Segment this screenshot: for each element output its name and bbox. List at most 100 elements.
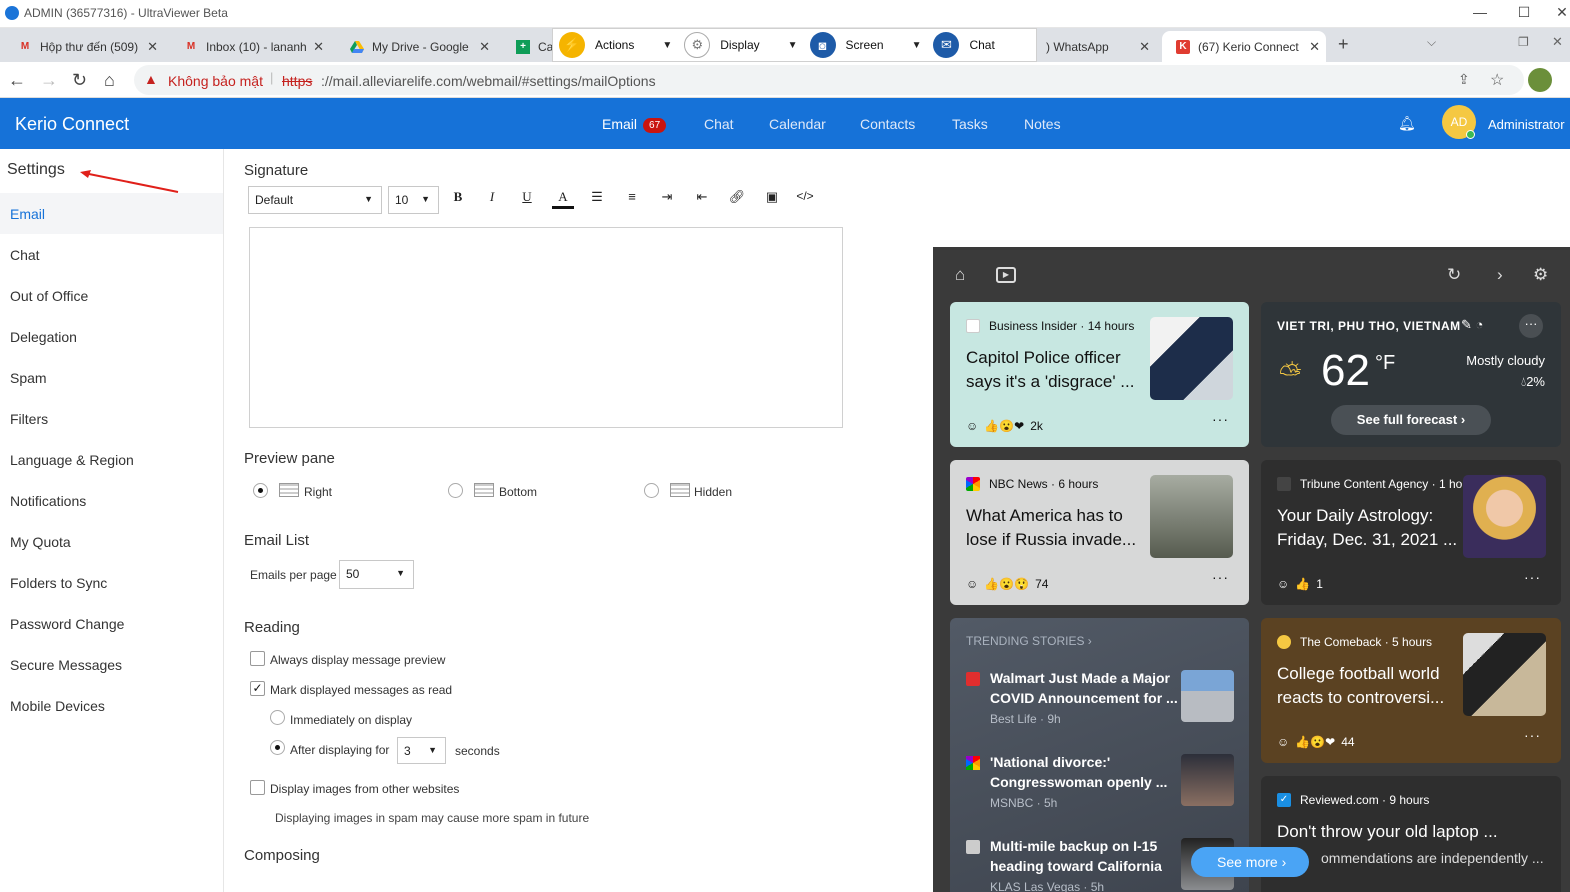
reactions[interactable]: ☺ 👍😮❤ 44 (1277, 735, 1355, 749)
see-full-forecast-button[interactable]: See full forecast › (1331, 405, 1491, 435)
close-icon[interactable]: ✕ (1552, 4, 1570, 22)
video-icon[interactable]: ▶ (996, 267, 1016, 283)
sidebar-item-folders-to-sync[interactable]: Folders to Sync (0, 562, 223, 603)
tab-gmail-1[interactable]: M Hộp thư đến (509) ✕ (4, 31, 164, 62)
immediately-radio[interactable] (270, 710, 285, 725)
close-tab-icon[interactable]: ✕ (313, 39, 324, 55)
nav-tasks[interactable]: Tasks (952, 116, 988, 132)
news-card[interactable]: Business Insider · 14 hours Capitol Poli… (950, 302, 1249, 447)
new-tab-icon[interactable]: + (1338, 34, 1349, 55)
nav-chat[interactable]: Chat (704, 116, 734, 132)
tab-google-drive[interactable]: My Drive - Google ✕ (336, 31, 496, 62)
refresh-icon[interactable]: ↻ (1447, 265, 1461, 285)
indent-icon[interactable]: ⇥ (656, 189, 678, 209)
screen-menu[interactable]: ◙ Screen ▼ (804, 28, 928, 62)
more-options-icon[interactable]: ··· (1212, 569, 1229, 585)
bell-icon[interactable]: 🔔︎ (1398, 115, 1416, 132)
preview-hidden-radio[interactable] (644, 483, 659, 498)
see-more-button[interactable]: See more › (1191, 847, 1309, 877)
more-options-icon[interactable]: ··· (1212, 411, 1229, 427)
font-family-select[interactable]: Default ▼ (248, 186, 382, 214)
weather-card[interactable]: VIET TRI, PHU THO, VIETNAM ✎ ◔ ··· ⛅︎ 62… (1261, 302, 1561, 447)
reactions[interactable]: ☺ 👍😮❤ 2k (966, 419, 1043, 433)
edit-location-icon[interactable]: ✎ ◔ (1461, 317, 1483, 333)
close-tab-icon[interactable]: ✕ (479, 39, 490, 55)
nav-email[interactable]: Email 67 (602, 116, 667, 133)
sidebar-item-mobile-devices[interactable]: Mobile Devices (0, 685, 223, 726)
numbered-list-icon[interactable]: ≡ (621, 189, 643, 209)
sidebar-item-spam[interactable]: Spam (0, 357, 223, 398)
nav-contacts[interactable]: Contacts (860, 116, 915, 132)
bookmark-star-icon[interactable]: ☆ (1490, 70, 1504, 90)
news-card[interactable]: ✓ Reviewed.com · 9 hours Don't throw your… (1261, 776, 1561, 892)
preview-right-radio[interactable] (253, 483, 268, 498)
home-icon[interactable]: ⌂ (955, 265, 965, 285)
share-icon[interactable]: ⇪ (1458, 71, 1470, 88)
reactions[interactable]: ☺ 👍😮😲 74 (966, 577, 1048, 591)
gear-icon[interactable]: ⚙ (1533, 265, 1548, 285)
sidebar-item-language-region[interactable]: Language & Region (0, 439, 223, 480)
display-images-checkbox[interactable] (250, 780, 265, 795)
close-tab-icon[interactable]: ✕ (1139, 39, 1150, 55)
bold-icon[interactable]: B (447, 189, 469, 209)
emails-per-page-select[interactable]: 50 ▼ (339, 560, 414, 589)
sidebar-item-delegation[interactable]: Delegation (0, 316, 223, 357)
font-size-select[interactable]: 10 ▼ (388, 186, 439, 214)
maximize-icon[interactable]: ☐ (1514, 4, 1534, 22)
minimize-icon[interactable]: — (1470, 4, 1490, 22)
bullet-list-icon[interactable]: ☰ (586, 189, 608, 209)
news-card[interactable]: Tribune Content Agency · 1 hour Your Dai… (1261, 460, 1561, 605)
url-field[interactable]: ▲ Không bảo mật | https ://mail.alleviar… (134, 65, 1524, 95)
more-options-icon[interactable]: ··· (1524, 569, 1541, 585)
home-icon[interactable]: ⌂ (104, 70, 115, 91)
tab-whatsapp[interactable]: ) WhatsApp ✕ (1038, 31, 1156, 62)
close-window-icon[interactable]: ✕ (1552, 34, 1563, 50)
more-options-icon[interactable]: ··· (1524, 727, 1541, 743)
sidebar-item-notifications[interactable]: Notifications (0, 480, 223, 521)
more-options-icon[interactable]: ··· (1519, 314, 1543, 338)
sidebar-item-password-change[interactable]: Password Change (0, 603, 223, 644)
forward-icon[interactable]: → (40, 70, 58, 91)
news-card[interactable]: The Comeback · 5 hours College football … (1261, 618, 1561, 763)
trending-title[interactable]: TRENDING STORIES › (966, 634, 1092, 648)
restore-icon[interactable]: ❐ (1518, 35, 1529, 49)
tab-gmail-2[interactable]: M Inbox (10) - lananh ✕ (170, 31, 330, 62)
tab-search-icon[interactable]: ⌵ (1427, 35, 1436, 50)
reactions[interactable]: ☺ 👍 1 (1277, 577, 1323, 591)
code-icon[interactable]: </> (794, 189, 816, 209)
sidebar-item-email[interactable]: Email (0, 193, 223, 234)
link-icon[interactable]: 🔗︎ (726, 189, 748, 209)
user-name[interactable]: Administrator (1488, 117, 1565, 132)
always-preview-checkbox[interactable] (250, 651, 265, 666)
sidebar-item-chat[interactable]: Chat (0, 234, 223, 275)
display-menu[interactable]: ⚙ Display ▼ (678, 28, 803, 62)
after-seconds-select[interactable]: 3 ▼ (397, 737, 446, 764)
underline-icon[interactable]: U (516, 189, 538, 209)
nav-calendar[interactable]: Calendar (769, 116, 826, 132)
font-color-icon[interactable]: A (552, 189, 574, 209)
preview-bottom-label: Bottom (499, 485, 538, 499)
sidebar-item-secure-messages[interactable]: Secure Messages (0, 644, 223, 685)
after-displaying-radio[interactable] (270, 740, 285, 755)
nav-notes[interactable]: Notes (1024, 116, 1061, 132)
actions-menu[interactable]: ⚡ Actions ▼ (553, 28, 678, 62)
sidebar-item-filters[interactable]: Filters (0, 398, 223, 439)
close-tab-icon[interactable]: ✕ (1309, 39, 1320, 55)
profile-avatar[interactable] (1528, 68, 1552, 92)
image-icon[interactable]: ▣ (761, 189, 783, 209)
tab-kerio-connect[interactable]: K (67) Kerio Connect ✕ (1162, 31, 1326, 62)
mark-read-checkbox[interactable]: ✓ (250, 681, 265, 696)
sidebar-item-my-quota[interactable]: My Quota (0, 521, 223, 562)
news-card[interactable]: NBC News · 6 hours What America has to l… (950, 460, 1249, 605)
outdent-icon[interactable]: ⇤ (691, 189, 713, 209)
signature-editor[interactable] (249, 227, 843, 428)
chevron-right-icon[interactable]: › (1497, 265, 1503, 285)
italic-icon[interactable]: I (481, 189, 503, 209)
close-tab-icon[interactable]: ✕ (147, 39, 158, 55)
sidebar-item-out-of-office[interactable]: Out of Office (0, 275, 223, 316)
reload-icon[interactable]: ↻ (72, 70, 87, 91)
back-icon[interactable]: ← (8, 70, 26, 91)
tab-sheets[interactable]: + Car (502, 31, 554, 62)
chat-menu[interactable]: ✉ Chat (927, 28, 1000, 62)
preview-bottom-radio[interactable] (448, 483, 463, 498)
